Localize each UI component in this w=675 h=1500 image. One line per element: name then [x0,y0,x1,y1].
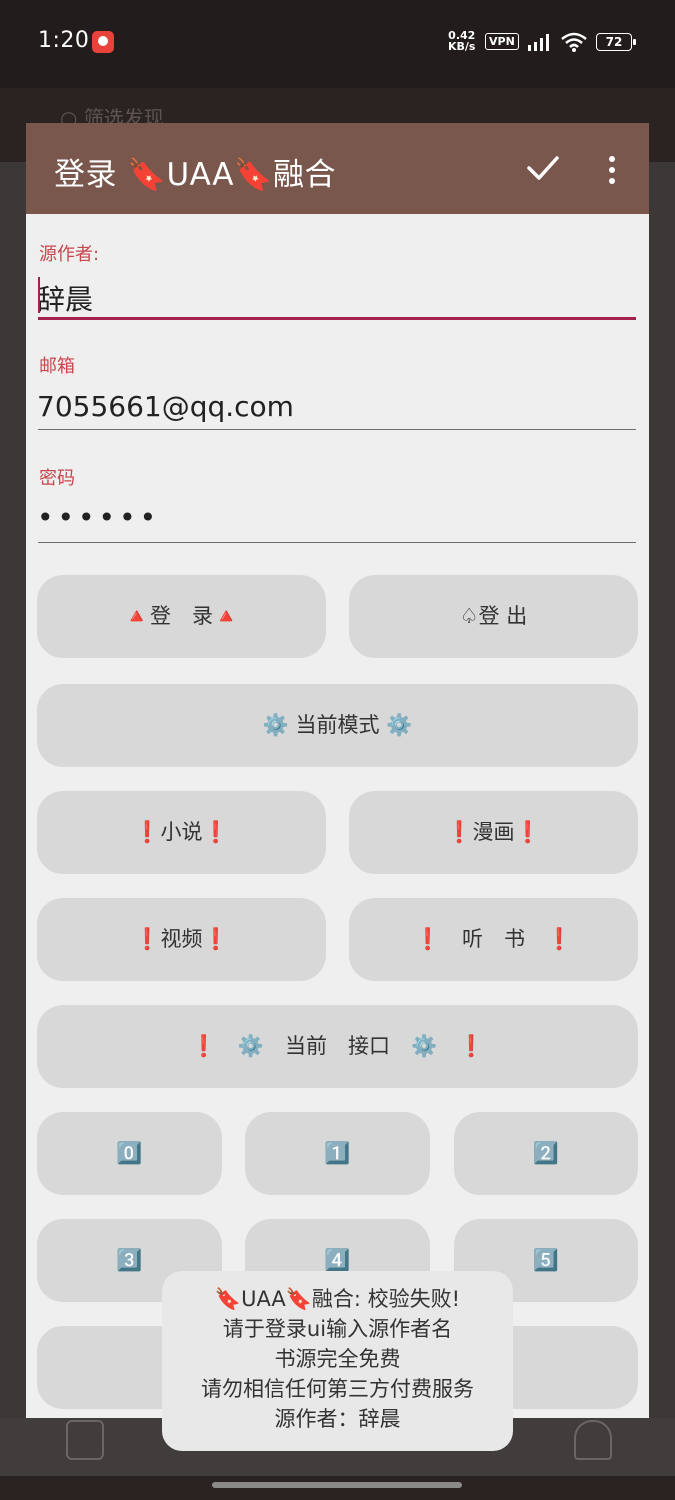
api-2-label: 2️⃣ [532,1141,560,1165]
current-mode-button[interactable]: ⚙️ 当前模式 ⚙️ [37,684,638,767]
toast-line: 源作者：辞晨 [274,1407,401,1431]
gesture-home-bar[interactable] [212,1482,462,1488]
comic-button-label: ❗漫画❗ [446,820,541,844]
api-1-label: 1️⃣ [324,1141,351,1165]
current-api-label: ❗ ⚙️ 当前 接口 ⚙️ ❗ [190,1034,485,1058]
email-label: 邮箱 [39,356,75,377]
comic-button[interactable]: ❗漫画❗ [349,791,638,874]
novel-button-label: ❗小说❗ [134,820,229,844]
author-field-underline [38,317,636,320]
toast-line: 请勿相信任何第三方付费服务 [201,1377,474,1401]
api-2-button[interactable]: 2️⃣ [454,1112,638,1195]
toast-line: 书源完全免费 [274,1347,401,1371]
dialog-title: 登录 🔖UAA🔖融合 [54,157,337,193]
profile-nav-icon [574,1420,612,1460]
more-vert-icon[interactable] [604,155,620,185]
logout-button[interactable]: ♤登 出 [349,575,638,658]
toast-message: 🔖UAA🔖融合: 校验失败! 请于登录ui输入源作者名 书源完全免费 请勿相信任… [162,1271,513,1451]
battery-indicator: 72 [596,33,636,51]
api-0-label: 0️⃣ [116,1141,143,1165]
novel-button[interactable]: ❗小说❗ [37,791,326,874]
api-0-button[interactable]: 0️⃣ [37,1112,222,1195]
check-icon[interactable] [526,153,560,183]
audiobook-button-label: ❗ 听 书 ❗ [414,927,573,951]
logout-button-label: ♤登 出 [459,604,528,628]
dialog-toolbar: 登录 🔖UAA🔖融合 [26,123,649,214]
email-field-underline [38,429,636,430]
audiobook-button[interactable]: ❗ 听 书 ❗ [349,898,638,981]
network-speed-unit: KB/s [448,40,476,53]
video-button[interactable]: ❗视频❗ [37,898,326,981]
wifi-icon [561,32,587,52]
text-cursor [38,277,40,313]
app-notification-icon [92,31,114,53]
status-bar: 1:20 0.42 KB/s VPN 72 [0,0,675,88]
api-3-label: 3️⃣ [116,1248,143,1272]
api-1-button[interactable]: 1️⃣ [245,1112,430,1195]
email-field[interactable]: 7055661@qq.com [37,390,294,423]
password-label: 密码 [39,468,75,489]
video-button-label: ❗视频❗ [134,927,229,951]
bookshelf-nav-icon [66,1420,104,1460]
author-label: 源作者: [39,244,100,265]
toast-line: 🔖UAA🔖融合: 校验失败! [214,1287,461,1311]
password-field-underline [38,542,636,543]
api-5-label: 5️⃣ [532,1248,560,1272]
signal-icon [528,34,549,51]
network-speed: 0.42 KB/s [448,30,475,52]
password-field[interactable]: •••••• [37,501,160,534]
author-field[interactable]: 辞晨 [37,278,93,318]
login-dialog: 登录 🔖UAA🔖融合 源作者: 辞晨 邮箱 7055661@qq.com 密码 … [26,123,649,1418]
toast-line: 请于登录ui输入源作者名 [222,1317,453,1341]
vpn-icon: VPN [485,33,519,50]
login-button[interactable]: 🔺登 录🔺 [37,575,326,658]
current-mode-label: ⚙️ 当前模式 ⚙️ [262,713,413,737]
current-api-button[interactable]: ❗ ⚙️ 当前 接口 ⚙️ ❗ [37,1005,638,1088]
status-time: 1:20 [38,28,90,53]
login-button-label: 🔺登 录🔺 [123,604,240,628]
